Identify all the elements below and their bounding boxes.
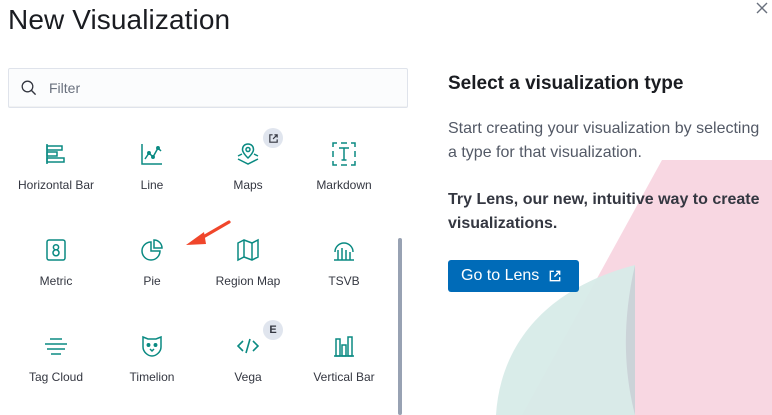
pie-chart-icon <box>138 236 166 264</box>
modal-title: New Visualization <box>8 4 231 35</box>
type-label: Horizontal Bar <box>17 178 95 192</box>
external-link-icon <box>548 269 562 283</box>
region-map-icon <box>234 236 262 264</box>
type-label: Maps <box>233 178 263 192</box>
type-label: Vega <box>234 370 262 384</box>
type-label: Metric <box>39 274 73 288</box>
type-label: Markdown <box>316 178 372 192</box>
type-metric[interactable]: Metric <box>8 216 104 306</box>
type-label: Vertical Bar <box>313 370 375 384</box>
grid-scrollbar[interactable] <box>398 238 402 415</box>
type-horizontal-bar[interactable]: Horizontal Bar <box>8 120 104 210</box>
panel-title: Select a visualization type <box>448 73 684 94</box>
info-panel: Select a visualization type Start creati… <box>448 0 772 415</box>
markdown-icon <box>330 140 358 168</box>
type-line[interactable]: Line <box>104 120 200 210</box>
filter-input[interactable] <box>49 80 379 96</box>
tsvb-icon <box>330 236 358 264</box>
type-vertical-bar[interactable]: Vertical Bar <box>296 312 392 402</box>
line-chart-icon <box>138 140 166 168</box>
vertical-bar-icon <box>330 332 358 360</box>
go-to-lens-button[interactable]: Go to Lens <box>448 260 579 292</box>
visualization-type-grid: Horizontal Bar Line Maps Markdown Metric… <box>0 120 400 415</box>
panel-description: Start creating your visualization by sel… <box>448 120 760 161</box>
vega-icon <box>234 332 262 360</box>
search-icon <box>21 80 37 96</box>
lens-promo: Try Lens, our new, intuitive way to crea… <box>448 191 760 232</box>
type-vega[interactable]: E Vega <box>200 312 296 402</box>
type-timelion[interactable]: Timelion <box>104 312 200 402</box>
type-label: Pie <box>143 274 161 288</box>
timelion-icon <box>138 332 166 360</box>
filter-field[interactable] <box>8 68 408 108</box>
annotation-arrow <box>186 220 231 245</box>
maps-icon <box>234 140 262 168</box>
metric-icon <box>42 236 70 264</box>
type-label: Tag Cloud <box>28 370 84 384</box>
type-tsvb[interactable]: TSVB <box>296 216 392 306</box>
type-label: Region Map <box>215 274 281 288</box>
horizontal-bar-icon <box>42 140 70 168</box>
type-label: TSVB <box>328 274 360 288</box>
type-tag-cloud[interactable]: Tag Cloud <box>8 312 104 402</box>
tag-cloud-icon <box>42 332 70 360</box>
type-maps[interactable]: Maps <box>200 120 296 210</box>
experimental-badge: E <box>263 320 283 340</box>
type-markdown[interactable]: Markdown <box>296 120 392 210</box>
type-label: Timelion <box>129 370 175 384</box>
go-to-lens-label: Go to Lens <box>461 267 540 284</box>
external-link-icon <box>263 128 283 148</box>
type-label: Line <box>140 178 164 192</box>
